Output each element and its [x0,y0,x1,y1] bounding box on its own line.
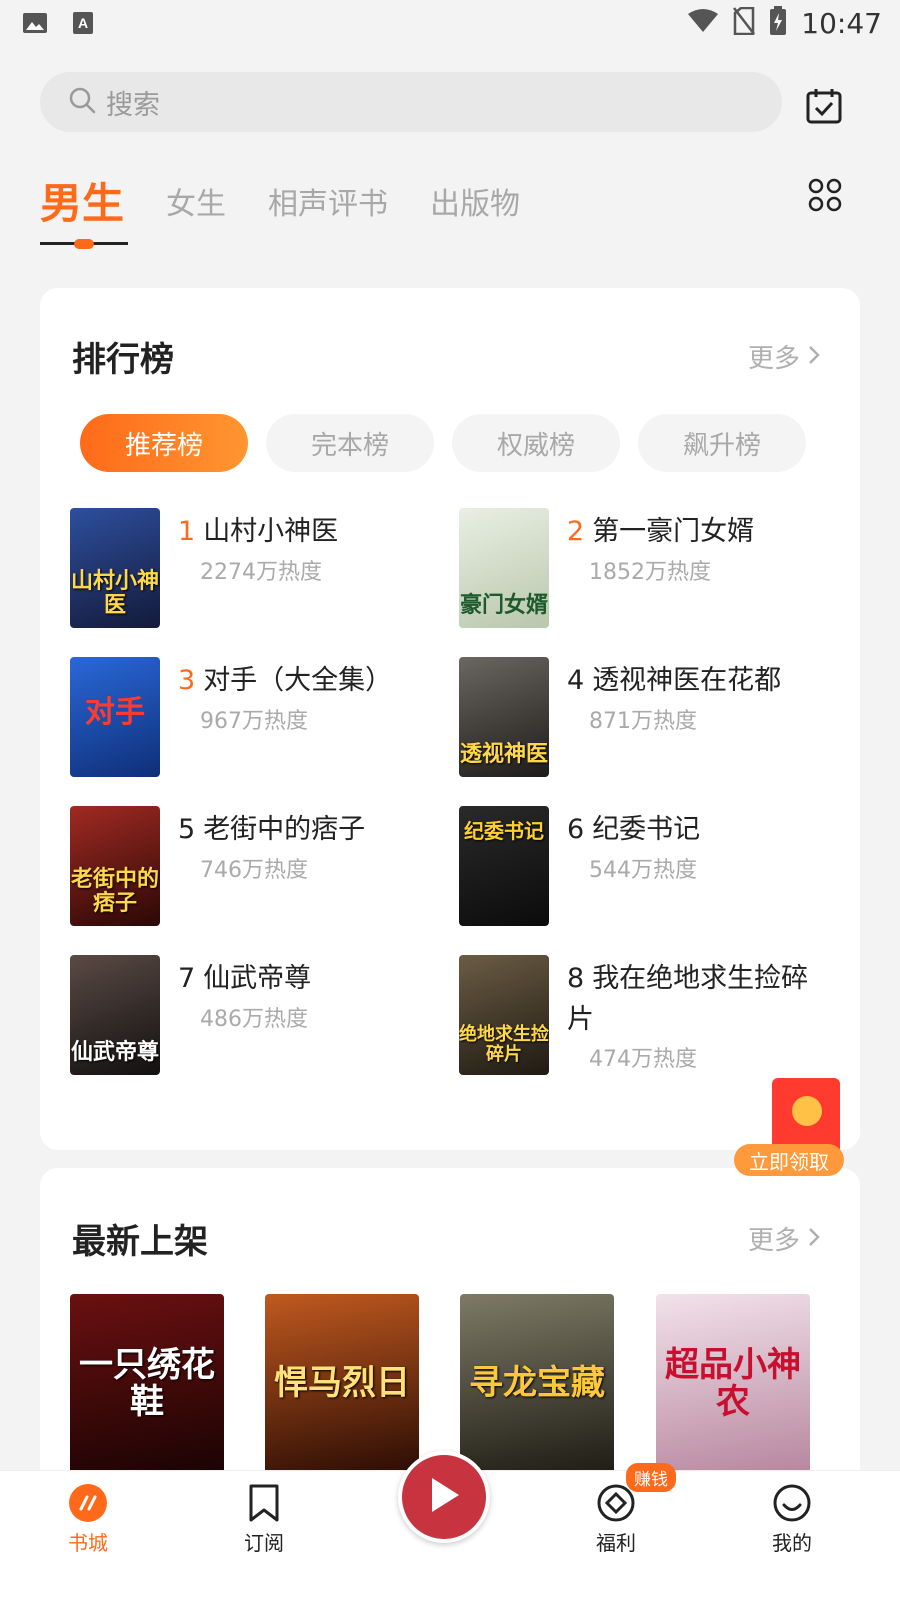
no-sim-icon [733,6,756,39]
font-icon: A [70,10,96,36]
rank-tab-completed[interactable]: 完本榜 [266,414,434,472]
book-title: 6 纪委书记 [567,814,701,845]
checkin-calendar-icon[interactable] [804,86,844,126]
ranking-book-item[interactable]: 绝地求生捡碎片 8 我在绝地求生捡碎片 474万热度 [459,955,839,1075]
book-title: 5 老街中的痞子 [178,814,366,845]
ranking-more-link[interactable]: 更多 [748,338,820,375]
bottom-navigation: 书城 订阅 福利 赚钱 我的 [0,1451,900,1600]
rank-tab-recommended[interactable]: 推荐榜 [80,414,248,472]
category-tabs: 男生 女生 相声评书 出版物 [40,165,562,249]
coin-icon [792,1096,822,1126]
book-cover: 纪委书记 [459,806,549,926]
chevron-right-icon [808,1224,820,1254]
new-book-cover[interactable]: 悍马烈日 [265,1294,419,1474]
bookstore-icon [68,1483,108,1523]
status-bar: A 10:47 [0,0,900,50]
nav-profile[interactable]: 我的 [752,1483,832,1556]
book-heat: 871万热度 [589,709,697,734]
new-book-cover[interactable]: 超品小神农 [656,1294,810,1474]
book-cover: 对手 [70,657,160,777]
nav-welfare[interactable]: 福利 [576,1483,656,1556]
ranking-title: 排行榜 [72,340,174,380]
ranking-book-item[interactable]: 纪委书记 6 纪委书记 544万热度 [459,806,839,926]
search-icon [68,86,96,118]
gallery-icon [22,10,48,36]
rank-tab-authority[interactable]: 权威榜 [452,414,620,472]
ranking-book-item[interactable]: 仙武帝尊 7 仙武帝尊 486万热度 [70,955,450,1075]
book-heat: 1852万热度 [589,560,711,585]
claim-reward-button[interactable]: 立即领取 [734,1144,844,1176]
rank-tab-rising[interactable]: 飙升榜 [638,414,806,472]
new-book-cover[interactable]: 一只绣花鞋 [70,1294,224,1474]
play-icon [426,1475,462,1519]
svg-text:A: A [78,15,88,31]
nav-bookstore[interactable]: 书城 [48,1483,128,1556]
ranking-book-item[interactable]: 对手 3 对手（大全集） 967万热度 [70,657,450,777]
book-title: 8 我在绝地求生捡碎片 [567,963,809,1035]
ranking-book-item[interactable]: 透视神医 4 透视神医在花都 871万热度 [459,657,839,777]
tab-crosstalk[interactable]: 相声评书 [268,179,388,245]
profile-icon [772,1483,812,1523]
tab-female[interactable]: 女生 [166,179,226,245]
search-input[interactable]: 搜索 [40,72,782,132]
book-title: 2 第一豪门女婿 [567,516,755,547]
new-releases-title: 最新上架 [72,1222,208,1262]
book-heat: 2274万热度 [200,560,322,585]
wifi-icon [687,8,719,38]
audio-play-button[interactable] [398,1451,490,1543]
book-heat: 544万热度 [589,858,697,883]
book-title: 7 仙武帝尊 [178,963,312,994]
book-heat: 746万热度 [200,858,308,883]
earn-money-badge: 赚钱 [626,1463,676,1492]
chevron-right-icon [808,342,820,372]
active-tab-dot [74,239,94,249]
book-title: 3 对手（大全集） [178,665,393,696]
category-grid-icon[interactable] [808,178,842,212]
book-cover: 绝地求生捡碎片 [459,955,549,1075]
book-heat: 967万热度 [200,709,308,734]
tab-male[interactable]: 男生 [40,170,128,249]
book-cover: 仙武帝尊 [70,955,160,1075]
book-cover: 山村小神医 [70,508,160,628]
battery-charging-icon [769,6,787,40]
ranking-card: 排行榜 更多 推荐榜 完本榜 权威榜 飙升榜 山村小神医 1 山村小神医 2274… [40,288,860,1150]
nav-subscription[interactable]: 订阅 [224,1483,304,1556]
clock: 10:47 [801,6,882,40]
book-cover: 透视神医 [459,657,549,777]
book-cover: 豪门女婿 [459,508,549,628]
new-releases-more-link[interactable]: 更多 [748,1220,820,1257]
bookmark-icon [244,1483,284,1523]
book-cover: 老街中的痞子 [70,806,160,926]
tab-publications[interactable]: 出版物 [430,179,520,245]
search-placeholder: 搜索 [106,89,160,121]
book-heat: 474万热度 [589,1047,697,1072]
ranking-book-item[interactable]: 老街中的痞子 5 老街中的痞子 746万热度 [70,806,450,926]
book-title: 1 山村小神医 [178,516,339,547]
ranking-book-item[interactable]: 豪门女婿 2 第一豪门女婿 1852万热度 [459,508,839,628]
new-book-cover[interactable]: 寻龙宝藏 [460,1294,614,1474]
ranking-book-item[interactable]: 山村小神医 1 山村小神医 2274万热度 [70,508,450,628]
ranking-tabs: 推荐榜 完本榜 权威榜 飙升榜 [80,414,806,472]
book-title: 4 透视神医在花都 [567,665,782,696]
book-heat: 486万热度 [200,1007,308,1032]
